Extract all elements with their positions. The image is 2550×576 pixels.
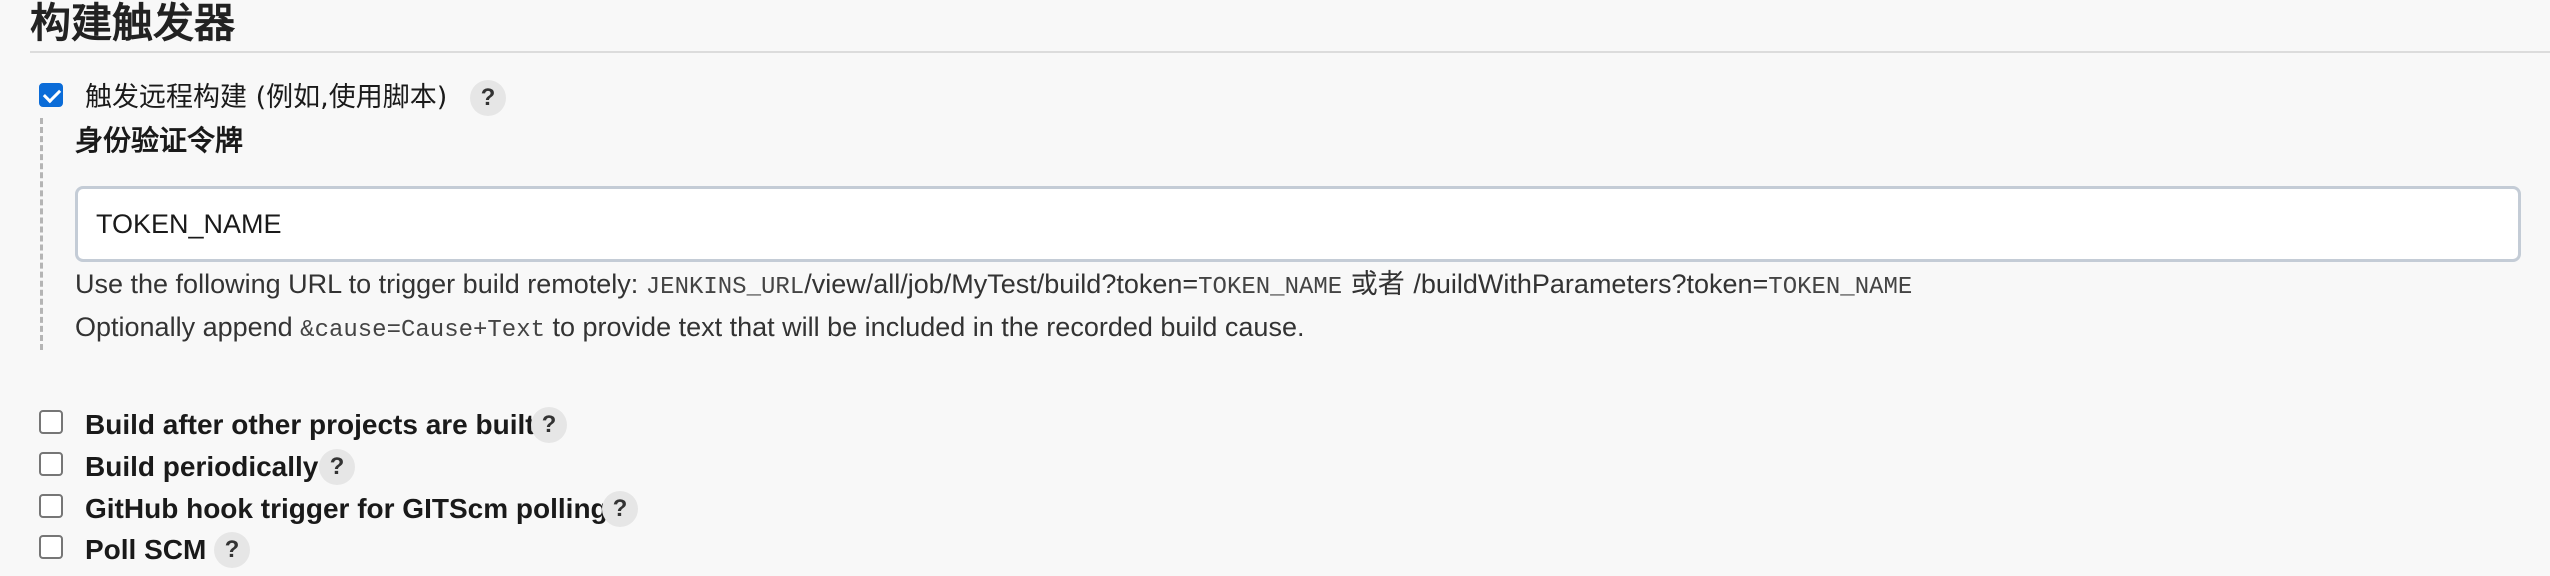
- cause-suffix: to provide text that will be included in…: [545, 312, 1305, 342]
- github-hook-label[interactable]: GitHub hook trigger for GITScm polling: [85, 492, 608, 526]
- poll-scm-checkbox[interactable]: [39, 535, 63, 559]
- url-path: /view/all/job/MyTest/build?token=: [804, 269, 1199, 299]
- build-after-other-checkbox[interactable]: [39, 410, 63, 434]
- token-input[interactable]: [75, 186, 2521, 262]
- build-periodically-checkbox[interactable]: [39, 452, 63, 476]
- remote-trigger-checkbox[interactable]: [39, 83, 63, 107]
- url-path-2: /buildWithParameters?token=: [1413, 269, 1769, 299]
- poll-scm-help-icon[interactable]: ?: [214, 532, 250, 568]
- cause-code: &cause=Cause+Text: [300, 317, 546, 344]
- url-prefix: Use the following URL to trigger build r…: [75, 269, 646, 299]
- nested-section-border: [40, 118, 43, 350]
- poll-scm-label[interactable]: Poll SCM: [85, 533, 206, 567]
- cause-prefix: Optionally append: [75, 312, 301, 342]
- cause-description: Optionally append &cause=Cause+Text to p…: [75, 310, 1304, 348]
- build-periodically-label[interactable]: Build periodically: [85, 450, 318, 484]
- build-after-other-label[interactable]: Build after other projects are built: [85, 408, 535, 442]
- token-label: 身份验证令牌: [75, 124, 244, 157]
- build-periodically-help-icon[interactable]: ?: [319, 449, 355, 485]
- remote-trigger-label[interactable]: 触发远程构建 (例如,使用脚本): [85, 81, 447, 115]
- token-code-2: TOKEN_NAME: [1768, 274, 1913, 301]
- github-hook-checkbox[interactable]: [39, 494, 63, 518]
- url-description: Use the following URL to trigger build r…: [75, 267, 1912, 305]
- github-hook-help-icon[interactable]: ?: [602, 491, 638, 527]
- build-after-other-help-icon[interactable]: ?: [531, 407, 567, 443]
- remote-trigger-help-icon[interactable]: ?: [470, 80, 506, 116]
- build-triggers-page: 构建触发器 触发远程构建 (例如,使用脚本) ? 身份验证令牌 Use the …: [0, 0, 2550, 576]
- section-title: 构建触发器: [30, 0, 235, 47]
- token-code-1: TOKEN_NAME: [1198, 274, 1343, 301]
- section-divider: [30, 51, 2550, 53]
- jenkins-url-code: JENKINS_URL: [645, 274, 805, 301]
- url-or: 或者: [1342, 269, 1414, 300]
